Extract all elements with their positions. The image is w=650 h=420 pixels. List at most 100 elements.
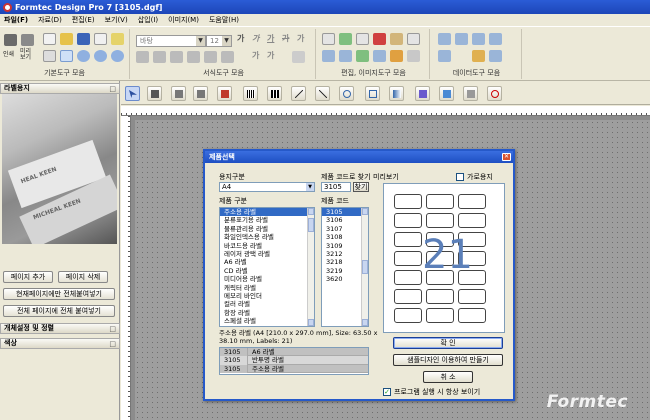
align-bottom-icon[interactable]	[221, 51, 234, 63]
shape-tool-icon[interactable]	[339, 86, 354, 101]
data-import-icon[interactable]	[438, 50, 451, 62]
code-scrollbar[interactable]	[361, 208, 368, 326]
scroll-thumb[interactable]	[308, 218, 314, 232]
flip-icon[interactable]	[373, 50, 386, 62]
landscape-checkbox[interactable]	[456, 173, 464, 181]
scroll-thumb[interactable]	[362, 260, 368, 274]
list-item[interactable]: 물류관리용 라벨	[220, 225, 314, 233]
text-tool-icon[interactable]	[147, 86, 162, 101]
select-page-icon[interactable]	[43, 50, 56, 62]
print-preview-icon[interactable]	[21, 34, 34, 46]
menu-image[interactable]: 이미지(M)	[168, 15, 199, 25]
data-settings-icon[interactable]	[472, 50, 485, 62]
clipart-icon[interactable]	[463, 86, 478, 101]
object-settings-header[interactable]: 개체설정 및 정렬 □	[0, 323, 120, 334]
open-folder-icon[interactable]	[60, 33, 73, 45]
find-code-input[interactable]: 3105	[321, 182, 351, 192]
dialog-titlebar[interactable]: 제품선택 ✕	[205, 151, 513, 163]
image-insert-icon[interactable]	[439, 86, 454, 101]
menu-insert[interactable]: 삽입(I)	[138, 15, 158, 25]
shadow-text-button[interactable]: 가	[297, 33, 304, 44]
paste-icon[interactable]	[390, 33, 403, 45]
scroll-down-icon[interactable]	[308, 319, 314, 326]
paper-type-select[interactable]: A4 ▼	[219, 182, 315, 192]
data-last-icon[interactable]	[489, 33, 502, 45]
list-item[interactable]: 화일인덱스용 라벨	[220, 233, 314, 241]
align-left-icon[interactable]	[136, 51, 149, 63]
bold-button[interactable]: 가	[237, 33, 244, 44]
wordart-icon[interactable]	[415, 86, 430, 101]
data-first-icon[interactable]	[438, 33, 451, 45]
underline-button[interactable]: 가	[267, 33, 274, 44]
list-item[interactable]: 컬러 라벨	[220, 300, 314, 308]
pin-icon[interactable]: □	[109, 325, 116, 334]
line-tool-icon[interactable]	[291, 86, 306, 101]
align-right-icon[interactable]	[170, 51, 183, 63]
list-item[interactable]: 바코드용 라벨	[220, 242, 314, 250]
table-row[interactable]: 3105 A6 라벨	[220, 348, 368, 357]
show-on-start-checkbox[interactable]: ✓	[383, 388, 391, 396]
data-next-icon[interactable]	[472, 33, 485, 45]
table-row[interactable]: 3105 주소용 라벨	[220, 364, 368, 374]
add-page-button[interactable]: 페이지 추가	[3, 271, 53, 283]
color-header[interactable]: 색상 □	[0, 338, 120, 349]
menu-view[interactable]: 보기(V)	[105, 15, 128, 25]
rotate-icon[interactable]	[356, 50, 369, 62]
scroll-up-icon[interactable]	[362, 208, 368, 215]
strikethrough-button[interactable]: 가	[282, 33, 289, 44]
diagonal-line-icon[interactable]	[315, 86, 330, 101]
italic-button[interactable]: 가	[252, 33, 259, 44]
vertical-text-icon[interactable]	[193, 86, 208, 101]
align-middle-icon[interactable]	[204, 51, 217, 63]
table-row[interactable]: 3105 반투명 라벨	[220, 356, 368, 365]
barcode2-icon[interactable]	[267, 86, 282, 101]
window-titlebar[interactable]: Formtec Design Pro 7 [3105.dgf]	[0, 0, 650, 14]
menu-edit[interactable]: 편집(E)	[72, 15, 95, 25]
list-item[interactable]: 스페셜 라벨	[220, 317, 314, 325]
page-setup-icon[interactable]	[94, 33, 107, 45]
close-icon[interactable]: ✕	[502, 153, 511, 161]
delete-icon[interactable]	[407, 33, 420, 45]
copy-icon[interactable]	[356, 33, 369, 45]
align-center-icon[interactable]	[153, 51, 166, 63]
image-edit-icon[interactable]	[390, 50, 403, 62]
ok-button[interactable]: 확 인	[393, 337, 503, 349]
redo-icon[interactable]	[339, 33, 352, 45]
paste-current-page-button[interactable]: 현재페이지에만 전체붙여넣기	[3, 288, 115, 300]
cut-icon[interactable]	[373, 33, 386, 45]
delete-page-button[interactable]: 페이지 삭제	[58, 271, 108, 283]
new-file-icon[interactable]	[43, 33, 56, 45]
subscript-button[interactable]: 가	[267, 50, 274, 61]
paste-all-pages-button[interactable]: 전체 페이지에 전체 붙여넣기	[3, 305, 115, 317]
select-arrow-icon[interactable]	[125, 86, 140, 101]
zoom-out-icon[interactable]	[94, 50, 107, 62]
barcode-icon[interactable]	[243, 86, 258, 101]
cancel-button[interactable]: 취 소	[423, 371, 473, 383]
multiline-text-icon[interactable]	[171, 86, 186, 101]
pin-icon[interactable]: □	[109, 85, 116, 94]
printer-icon[interactable]	[4, 34, 17, 46]
data-export-icon[interactable]	[489, 50, 502, 62]
rectangle-icon[interactable]	[365, 86, 380, 101]
label-paper-header[interactable]: 라벨용지 □	[0, 83, 120, 94]
list-item[interactable]: CD 라벨	[220, 267, 314, 275]
list-item[interactable]: 캐릭터 라벨	[220, 284, 314, 292]
menu-help[interactable]: 도움말(H)	[209, 15, 239, 25]
list-item[interactable]: A6 라벨	[220, 258, 314, 266]
gradient-box-icon[interactable]	[389, 86, 404, 101]
undo-icon[interactable]	[322, 33, 335, 45]
data-prev-icon[interactable]	[455, 33, 468, 45]
ruler-tool-icon[interactable]	[487, 86, 502, 101]
recent-products-list[interactable]: 3105 A6 라벨 3105 반투명 라벨 3105 주소용 라벨	[219, 347, 369, 375]
list-item[interactable]: 항장 라벨	[220, 309, 314, 317]
pin-icon[interactable]: □	[109, 340, 116, 349]
save-icon[interactable]	[77, 33, 90, 45]
code-list[interactable]: 3105 3106 3107 3108 3109 3212 3218 3219 …	[321, 207, 369, 327]
text-direction-icon[interactable]	[292, 51, 305, 63]
superscript-button[interactable]: 가	[252, 50, 259, 61]
font-size-select[interactable]: 12 ▼	[206, 35, 232, 47]
serial-number-icon[interactable]	[217, 86, 232, 101]
scroll-up-icon[interactable]	[308, 208, 314, 215]
category-list[interactable]: 주소용 라벨 분류표기용 라벨 물류관리용 라벨 화일인덱스용 라벨 바코드용 …	[219, 207, 315, 327]
font-name-select[interactable]: 바탕 ▼	[136, 35, 206, 47]
